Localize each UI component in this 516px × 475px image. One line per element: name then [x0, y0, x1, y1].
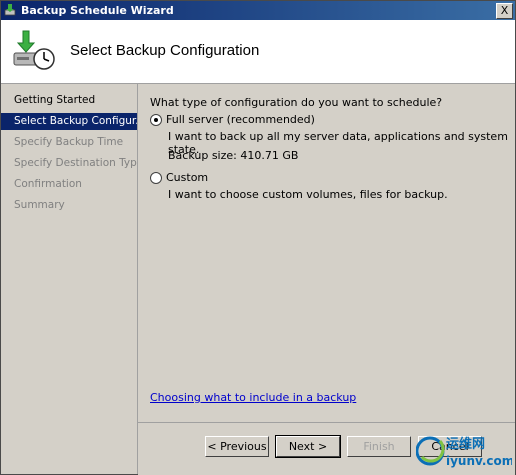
- finish-button: Finish: [347, 436, 411, 457]
- help-link[interactable]: Choosing what to include in a backup: [150, 391, 356, 404]
- backup-schedule-icon: [13, 30, 55, 70]
- wizard-window: Backup Schedule Wizard X Select Backup C…: [0, 0, 516, 475]
- title-bar[interactable]: Backup Schedule Wizard X: [1, 1, 515, 20]
- nav-step-specify-backup-time: Specify Backup Time: [14, 136, 124, 148]
- backup-app-icon: [4, 4, 16, 16]
- watermark-domain: iyunv.com: [446, 454, 512, 468]
- full-server-label[interactable]: Full server (recommended): [166, 113, 315, 126]
- custom-description: I want to choose custom volumes, files f…: [168, 188, 448, 201]
- custom-radio[interactable]: [150, 172, 162, 184]
- previous-button[interactable]: < Previous: [205, 436, 269, 457]
- nav-step-summary: Summary: [14, 199, 65, 211]
- wizard-header: Select Backup Configuration: [1, 20, 515, 84]
- window-title: Backup Schedule Wizard: [21, 4, 174, 17]
- site-watermark-logo: 运维网 iyunv.com: [416, 436, 512, 468]
- next-button[interactable]: Next >: [275, 435, 341, 458]
- configuration-question: What type of configuration do you want t…: [150, 96, 443, 109]
- page-title: Select Backup Configuration: [70, 42, 260, 59]
- radio-selected-dot: [154, 118, 158, 122]
- wizard-content: What type of configuration do you want t…: [138, 84, 515, 422]
- wizard-steps-nav: Getting Started Select Backup Configur..…: [1, 84, 138, 474]
- backup-size-text: Backup size: 410.71 GB: [168, 149, 299, 162]
- nav-step-select-backup-configuration[interactable]: Select Backup Configur...: [1, 113, 137, 130]
- nav-step-specify-destination-type: Specify Destination Type: [14, 157, 137, 169]
- nav-step-confirmation: Confirmation: [14, 178, 82, 190]
- nav-step-getting-started[interactable]: Getting Started: [1, 92, 137, 109]
- custom-label[interactable]: Custom: [166, 171, 208, 184]
- watermark-text: 运维网: [446, 436, 485, 452]
- close-button[interactable]: X: [496, 3, 513, 19]
- full-server-radio[interactable]: [150, 114, 162, 126]
